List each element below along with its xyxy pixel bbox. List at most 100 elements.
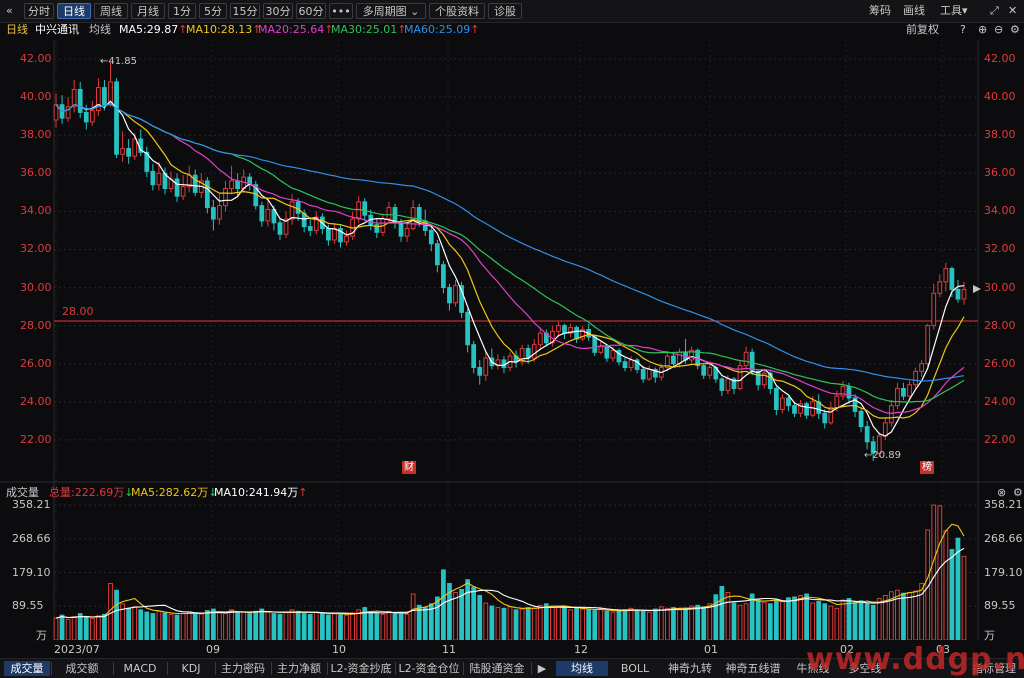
candle-body[interactable] (180, 186, 186, 197)
candle-body[interactable] (961, 288, 967, 300)
candle-body[interactable] (150, 170, 156, 186)
volume-bar[interactable] (77, 613, 83, 640)
candle-body[interactable] (217, 205, 222, 220)
candle-body[interactable] (77, 89, 83, 113)
volume-bar[interactable] (689, 605, 694, 640)
volume-bar[interactable] (731, 602, 737, 640)
volume-bar[interactable] (138, 609, 144, 640)
candle-body[interactable] (937, 281, 943, 294)
indicator-tab[interactable]: L2-资金仓位 (396, 661, 462, 676)
finance-marker[interactable]: 财 (402, 461, 416, 474)
candle-body[interactable] (622, 361, 628, 369)
candle-body[interactable] (277, 222, 283, 235)
candle-body[interactable] (888, 405, 894, 424)
volume-bar[interactable] (168, 613, 174, 640)
volume-bar[interactable] (386, 610, 392, 640)
volume-bar[interactable] (622, 609, 628, 640)
overlay-tab[interactable]: BOLL (610, 661, 660, 676)
volume-bar[interactable] (192, 612, 198, 640)
volume-bar[interactable] (931, 504, 937, 640)
volume-bar[interactable] (858, 600, 864, 640)
volume-bar[interactable] (876, 598, 882, 640)
candle-body[interactable] (501, 359, 507, 369)
volume-bar[interactable] (313, 611, 319, 640)
volume-bar[interactable] (598, 608, 604, 640)
candle-body[interactable] (792, 405, 797, 414)
volume-bar[interactable] (549, 605, 555, 640)
volume-bar[interactable] (919, 582, 925, 640)
volume-bar[interactable] (816, 601, 822, 640)
volume-bar[interactable] (53, 617, 59, 640)
volume-bar[interactable] (628, 607, 634, 640)
candle-body[interactable] (265, 208, 271, 222)
indicator-tab[interactable]: L2-资金抄底 (328, 661, 394, 676)
candle-body[interactable] (386, 207, 392, 220)
volume-bar[interactable] (610, 611, 616, 640)
candle-body[interactable] (483, 357, 489, 376)
candle-body[interactable] (404, 228, 410, 237)
volume-bar[interactable] (961, 555, 967, 640)
candle-body[interactable] (719, 378, 725, 391)
candle-body[interactable] (931, 292, 937, 327)
volume-bar[interactable] (580, 608, 586, 640)
candle-body[interactable] (120, 148, 125, 155)
volume-bar[interactable] (537, 604, 543, 640)
candle-body[interactable] (828, 407, 834, 424)
candle-body[interactable] (537, 332, 543, 346)
volume-bar[interactable] (840, 599, 846, 640)
volume-bar[interactable] (810, 602, 816, 640)
volume-bar[interactable] (277, 613, 283, 640)
candle-body[interactable] (786, 397, 791, 407)
indicator-tab[interactable]: 主力净额 (272, 661, 326, 676)
volume-bar[interactable] (374, 613, 380, 640)
candle-body[interactable] (701, 365, 707, 376)
candle-body[interactable] (447, 287, 452, 304)
candle-body[interactable] (295, 201, 301, 214)
volume-bar[interactable] (852, 601, 858, 640)
volume-bar[interactable] (186, 611, 192, 640)
volume-bar[interactable] (586, 609, 592, 640)
candle-body[interactable] (882, 422, 888, 437)
volume-bar[interactable] (307, 613, 313, 640)
volume-bar[interactable] (519, 608, 525, 640)
candle-body[interactable] (907, 384, 912, 397)
candle-body[interactable] (525, 348, 531, 359)
candle-body[interactable] (846, 386, 852, 399)
volume-bar[interactable] (755, 598, 761, 640)
volume-bar[interactable] (350, 612, 355, 640)
volume-bar[interactable] (211, 608, 216, 640)
candle-body[interactable] (332, 228, 337, 241)
ranking-marker[interactable]: 榜 (920, 461, 934, 474)
volume-bar[interactable] (247, 613, 253, 640)
volume-bar[interactable] (634, 609, 640, 640)
volume-bar[interactable] (822, 603, 828, 640)
candle-body[interactable] (598, 346, 604, 353)
volume-bar[interactable] (525, 607, 531, 640)
volume-bar[interactable] (398, 613, 404, 640)
candle-body[interactable] (840, 386, 846, 397)
volume-bar[interactable] (180, 613, 186, 640)
volume-bar[interactable] (265, 611, 271, 640)
volume-bar[interactable] (289, 609, 295, 640)
volume-bar[interactable] (453, 592, 458, 640)
candle-body[interactable] (362, 201, 368, 216)
candle-body[interactable] (192, 174, 198, 193)
volume-bar[interactable] (864, 603, 870, 640)
candle-body[interactable] (211, 207, 216, 220)
volume-bar[interactable] (198, 613, 204, 640)
volume-bar[interactable] (71, 616, 77, 640)
volume-bar[interactable] (804, 593, 809, 640)
candle-body[interactable] (132, 138, 138, 157)
volume-bar[interactable] (156, 610, 162, 640)
indicator-tab[interactable]: MACD (114, 661, 166, 676)
volume-bar[interactable] (749, 593, 755, 640)
candle-body[interactable] (949, 268, 955, 290)
volume-bar[interactable] (235, 612, 240, 640)
candle-body[interactable] (102, 87, 107, 106)
candle-body[interactable] (592, 336, 598, 353)
volume-bar[interactable] (501, 607, 507, 640)
volume-bar[interactable] (319, 612, 325, 640)
volume-bar[interactable] (283, 611, 289, 640)
volume-bar[interactable] (943, 530, 949, 640)
volume-bar[interactable] (229, 609, 234, 640)
